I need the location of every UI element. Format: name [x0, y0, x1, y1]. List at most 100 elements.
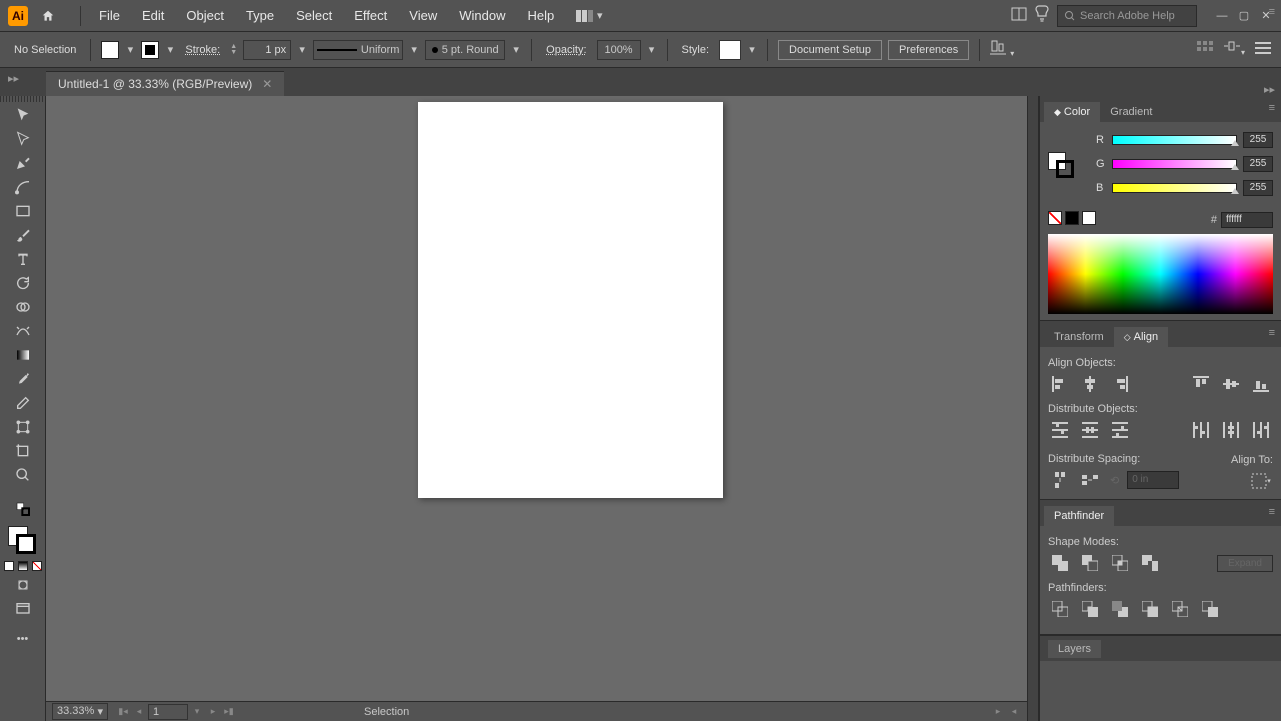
fill-stroke-control[interactable]	[8, 526, 38, 556]
r-value[interactable]: 255	[1243, 132, 1273, 148]
maximize-button[interactable]: ▢	[1237, 9, 1251, 23]
exclude-button[interactable]	[1138, 552, 1162, 574]
selection-tool[interactable]	[10, 104, 36, 126]
panel-fill-stroke[interactable]	[1048, 152, 1076, 180]
color-tab[interactable]: ◆Color	[1044, 102, 1100, 122]
g-slider[interactable]	[1112, 159, 1237, 169]
align-bottom-button[interactable]	[1249, 373, 1273, 395]
curvature-tool[interactable]	[10, 176, 36, 198]
menu-file[interactable]: File	[89, 4, 130, 27]
gradient-mode-icon[interactable]	[17, 560, 29, 572]
gradient-tab[interactable]: Gradient	[1100, 102, 1162, 122]
minimize-button[interactable]: —	[1215, 9, 1229, 23]
expand-panels-icon[interactable]: ▸▸	[8, 72, 19, 85]
scroll-left-button[interactable]: ◂	[1007, 705, 1021, 719]
dist-vspace-button[interactable]	[1048, 469, 1072, 491]
menu-type[interactable]: Type	[236, 4, 284, 27]
type-tool[interactable]	[10, 248, 36, 270]
menu-edit[interactable]: Edit	[132, 4, 174, 27]
style-dropdown[interactable]: ▾	[747, 41, 757, 59]
screen-mode-icon[interactable]	[10, 598, 36, 620]
document-setup-button[interactable]: Document Setup	[778, 40, 882, 60]
rectangle-tool[interactable]	[10, 200, 36, 222]
stroke-profile[interactable]: Uniform	[313, 40, 403, 60]
spacing-input[interactable]: 0 in	[1127, 471, 1179, 489]
rotate-tool[interactable]	[10, 272, 36, 294]
dist-hspace-button[interactable]	[1078, 469, 1102, 491]
home-button[interactable]	[36, 4, 60, 28]
g-value[interactable]: 255	[1243, 156, 1273, 172]
divide-button[interactable]	[1048, 598, 1072, 620]
menu-help[interactable]: Help	[517, 4, 564, 27]
dist-bottom-button[interactable]	[1108, 419, 1132, 441]
stroke-dropdown[interactable]: ▾	[165, 41, 175, 59]
align-tab[interactable]: ◇Align	[1114, 327, 1168, 347]
artboard-tool[interactable]	[10, 440, 36, 462]
opacity-dropdown[interactable]: ▾	[647, 41, 657, 59]
menu-select[interactable]: Select	[286, 4, 342, 27]
profile-dropdown[interactable]: ▾	[409, 41, 419, 59]
preferences-button[interactable]: Preferences	[888, 40, 969, 60]
stroke-weight-input[interactable]: 1 px	[243, 40, 291, 60]
pen-tool[interactable]	[10, 152, 36, 174]
crop-button[interactable]	[1138, 598, 1162, 620]
stroke-weight-stepper[interactable]: ▲▼	[230, 44, 237, 56]
pathfinder-tab[interactable]: Pathfinder	[1044, 506, 1114, 526]
next-artboard-button[interactable]: ▸	[206, 705, 220, 719]
document-tab[interactable]: Untitled-1 @ 33.33% (RGB/Preview) ✕	[46, 71, 284, 96]
edit-toolbar-button[interactable]: •••	[10, 628, 36, 650]
stroke-weight-dropdown[interactable]: ▾	[297, 41, 307, 59]
scroll-right-button[interactable]: ▸	[991, 705, 1005, 719]
last-artboard-button[interactable]: ▸▮	[222, 705, 236, 719]
default-fill-stroke-icon[interactable]	[10, 498, 36, 520]
align-vcenter-button[interactable]	[1219, 373, 1243, 395]
workspace-switcher[interactable]: ▾	[574, 6, 604, 26]
none-swatch[interactable]	[1048, 211, 1062, 225]
b-value[interactable]: 255	[1243, 180, 1273, 196]
color-panel-menu[interactable]: ≡	[1269, 102, 1275, 114]
dist-hcenter-button[interactable]	[1219, 419, 1243, 441]
artboard[interactable]	[418, 102, 723, 498]
brush-dropdown[interactable]: ▾	[511, 41, 521, 59]
eyedropper-tool[interactable]	[10, 368, 36, 390]
hex-input[interactable]: ffffff	[1221, 212, 1273, 228]
pathfinder-panel-menu[interactable]: ≡	[1269, 506, 1275, 518]
menu-effect[interactable]: Effect	[344, 4, 397, 27]
paintbrush-tool[interactable]	[10, 224, 36, 246]
toolbar-handle[interactable]	[0, 96, 45, 102]
arrange-documents-icon[interactable]	[1011, 7, 1027, 24]
align-to-button[interactable]: ▾	[1249, 470, 1273, 492]
black-swatch[interactable]	[1065, 211, 1079, 225]
search-input[interactable]: Search Adobe Help	[1057, 5, 1197, 27]
trim-button[interactable]	[1078, 598, 1102, 620]
draw-mode-icon[interactable]	[10, 574, 36, 596]
style-swatch[interactable]	[719, 40, 741, 60]
transform-icon[interactable]	[1197, 41, 1213, 58]
tab-close-button[interactable]: ✕	[262, 77, 272, 91]
layers-panel-menu[interactable]: ≡	[1269, 6, 1275, 18]
brush-definition[interactable]: 5 pt. Round	[425, 40, 505, 60]
shape-builder-tool[interactable]	[10, 296, 36, 318]
hint-icon[interactable]	[1035, 5, 1049, 26]
artboard-dropdown[interactable]: ▾	[190, 705, 204, 719]
align-top-button[interactable]	[1189, 373, 1213, 395]
minus-back-button[interactable]	[1198, 598, 1222, 620]
width-tool[interactable]	[10, 320, 36, 342]
b-slider[interactable]	[1112, 183, 1237, 193]
minus-front-button[interactable]	[1078, 552, 1102, 574]
prev-artboard-button[interactable]: ◂	[132, 705, 146, 719]
menu-object[interactable]: Object	[176, 4, 234, 27]
menu-window[interactable]: Window	[449, 4, 515, 27]
dist-vcenter-button[interactable]	[1078, 419, 1102, 441]
artboard-number[interactable]: 1	[148, 704, 188, 720]
direct-selection-tool[interactable]	[10, 128, 36, 150]
fill-dropdown[interactable]: ▾	[125, 41, 135, 59]
unite-button[interactable]	[1048, 552, 1072, 574]
transform-tab[interactable]: Transform	[1044, 327, 1114, 347]
align-left-button[interactable]	[1048, 373, 1072, 395]
color-spectrum[interactable]	[1048, 234, 1273, 314]
zoom-tool[interactable]	[10, 464, 36, 486]
eraser-tool[interactable]	[10, 392, 36, 414]
dist-top-button[interactable]	[1048, 419, 1072, 441]
color-mode-icon[interactable]	[3, 560, 15, 572]
